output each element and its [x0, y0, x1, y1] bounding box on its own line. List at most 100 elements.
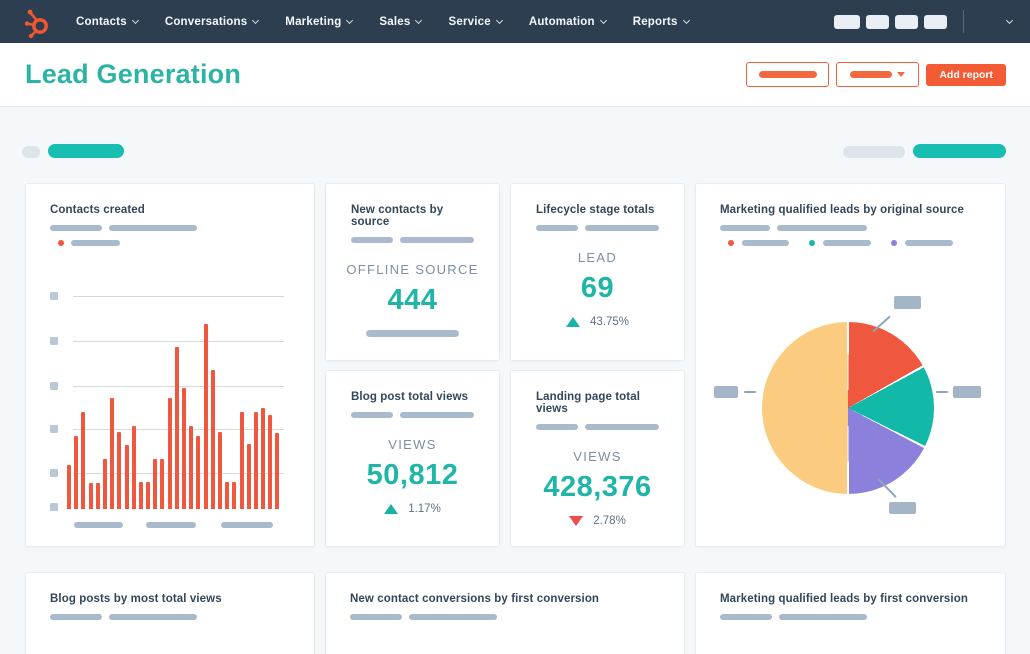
stat-label: OFFLINE SOURCE: [346, 262, 479, 277]
card-lifecycle-stage-totals: Lifecycle stage totals LEAD 69 43.75%: [510, 183, 685, 361]
nav-tool-icon-placeholder-2[interactable]: [866, 14, 889, 29]
bar: [117, 432, 122, 509]
stat-footer-placeholder: [366, 330, 459, 337]
y-axis-tick-placeholder: [50, 292, 58, 300]
arrow-down-icon: [569, 516, 584, 526]
bar: [167, 398, 172, 509]
bar: [110, 398, 115, 509]
card-subtitle-placeholder: [720, 614, 981, 620]
dashboard-action-dropdown[interactable]: [836, 62, 920, 87]
placeholder-pill: [351, 237, 393, 243]
delta-percent: 2.78%: [593, 515, 626, 527]
legend-label-placeholder: [905, 240, 953, 246]
stat-label: LEAD: [577, 250, 618, 265]
chart-legend: [728, 240, 981, 246]
placeholder-pill: [399, 412, 474, 418]
nav-item-sales[interactable]: Sales: [379, 16, 423, 28]
y-axis-tick-placeholder: [50, 425, 58, 433]
card-new-contact-conversions: New contact conversions by first convers…: [325, 572, 685, 654]
card-subtitle-placeholder: [536, 424, 659, 430]
bar: [210, 370, 215, 509]
date-filter-placeholder[interactable]: [48, 144, 124, 158]
chart-legend: [58, 240, 290, 246]
pie-callout-label-placeholder: [889, 502, 916, 514]
account-menu[interactable]: [976, 16, 1016, 24]
filter-toggle-placeholder[interactable]: [22, 146, 40, 158]
card-mql-by-original-source: Marketing qualified leads by original so…: [695, 183, 1006, 547]
card-title: Lifecycle stage totals: [536, 204, 655, 216]
nav-tool-icon-placeholder-4[interactable]: [924, 14, 947, 29]
bar: [225, 482, 230, 509]
bar: [275, 433, 280, 509]
card-contacts-created: Contacts created: [25, 183, 315, 547]
nav-tool-icon-placeholder-3[interactable]: [895, 14, 918, 29]
placeholder-pill: [720, 225, 770, 231]
y-axis-tick-placeholder: [50, 469, 58, 477]
bar: [174, 347, 179, 509]
top-navigation-bar: Contacts Conversations Marketing Sales Servi…: [0, 0, 1030, 43]
pie-callout-line: [744, 391, 756, 393]
nav-item-marketing[interactable]: Marketing: [285, 16, 354, 28]
card-mql-by-first-conversion: Marketing qualified leads by first conve…: [695, 572, 1006, 654]
legend-label-placeholder: [71, 240, 120, 246]
bar: [203, 324, 208, 509]
dashboard-action-button-1[interactable]: [746, 62, 830, 87]
delta-row: 1.17%: [384, 503, 441, 515]
nav-item-label: Service: [448, 15, 491, 28]
delta-row: 43.75%: [565, 316, 629, 328]
nav-item-automation[interactable]: Automation: [529, 16, 607, 28]
bar: [232, 482, 237, 509]
nav-item-label: Contacts: [76, 15, 127, 28]
placeholder-pill: [536, 424, 578, 430]
button-label-placeholder: [850, 71, 893, 78]
nav-item-service[interactable]: Service: [448, 15, 503, 28]
placeholder-pill: [409, 614, 497, 620]
nav-right-tools: [828, 10, 1030, 33]
nav-tool-icon-placeholder-1[interactable]: [834, 14, 860, 29]
bar: [182, 388, 186, 509]
stat-body: VIEWS 428,376 2.78%: [511, 430, 684, 527]
card-subtitle-placeholder: [350, 614, 660, 620]
chevron-down-icon: [131, 16, 139, 24]
bar: [74, 436, 79, 509]
bar: [160, 459, 165, 509]
x-axis-label-placeholder: [74, 522, 123, 528]
placeholder-pill: [351, 412, 393, 418]
bar: [253, 412, 258, 509]
nav-item-reports[interactable]: Reports: [633, 16, 690, 28]
stat-body: OFFLINE SOURCE 444: [326, 243, 499, 337]
placeholder-pill: [777, 225, 867, 231]
placeholder-pill: [399, 237, 474, 243]
delta-percent: 1.17%: [408, 503, 441, 515]
placeholder-pill: [109, 614, 197, 620]
stat-value: 444: [387, 284, 438, 316]
pie-graphic: [762, 322, 934, 494]
hubspot-logo-icon[interactable]: [20, 5, 54, 39]
chevron-down-icon: [495, 16, 503, 24]
chevron-down-icon: [415, 16, 423, 24]
x-axis-label-placeholder: [146, 522, 196, 528]
y-axis-tick-placeholder: [50, 503, 58, 511]
nav-item-conversations[interactable]: Conversations: [165, 16, 260, 28]
placeholder-pill: [779, 614, 867, 620]
stat-value: 69: [580, 272, 615, 304]
card-title: Landing page total views: [536, 391, 641, 415]
pie-callout-label-placeholder: [714, 386, 738, 398]
bar: [124, 445, 129, 509]
primary-filter-placeholder[interactable]: [913, 144, 1006, 158]
add-report-button[interactable]: Add report: [926, 63, 1006, 86]
stat-label: VIEWS: [573, 449, 622, 464]
legend-dot-icon: [728, 240, 734, 246]
card-subtitle-placeholder: [50, 225, 290, 231]
arrow-up-icon: [565, 317, 580, 327]
chevron-down-icon: [682, 16, 690, 24]
bar: [261, 408, 266, 509]
nav-item-contacts[interactable]: Contacts: [76, 15, 139, 28]
arrow-up-icon: [384, 504, 399, 514]
delta-percent: 43.75%: [589, 316, 629, 328]
bar-series: [67, 324, 280, 509]
view-option-placeholder[interactable]: [843, 146, 905, 158]
placeholder-pill: [109, 225, 197, 231]
stat-value: 50,812: [366, 459, 459, 491]
pie-callout-label-placeholder: [953, 386, 981, 398]
